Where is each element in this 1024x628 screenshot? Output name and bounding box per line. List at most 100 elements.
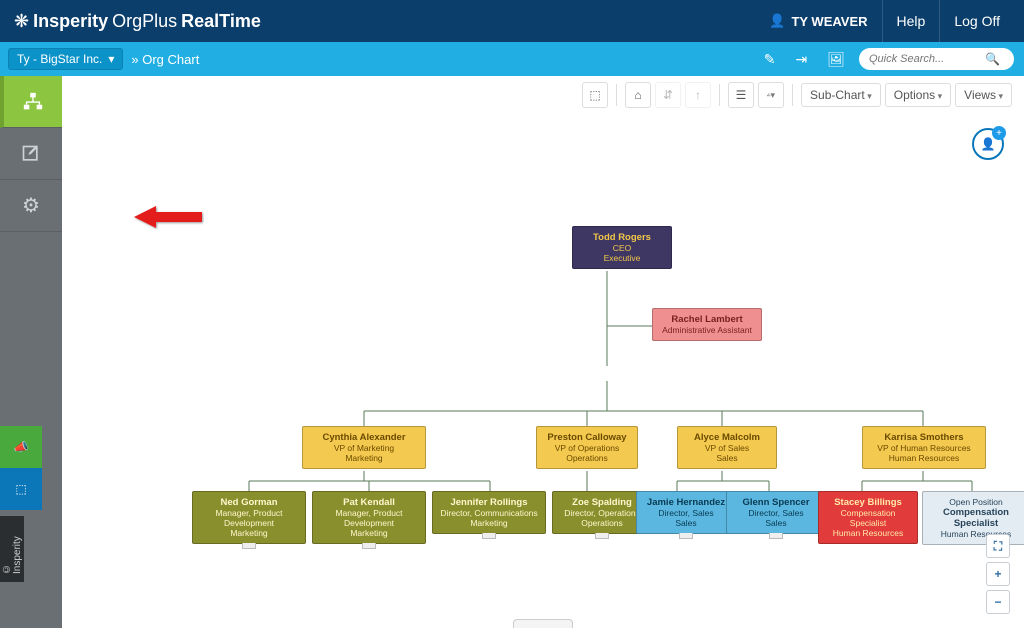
expand-handle[interactable] [482,533,496,539]
node-name: Todd Rogers [579,232,665,243]
node-vp-sales[interactable]: Alyce Malcolm VP of Sales Sales [677,426,777,469]
options-dropdown[interactable]: Options [885,83,951,107]
node-title: Administrative Assistant [659,325,755,335]
pointer-arrow-icon [134,202,204,232]
sidebar-item-settings[interactable]: ⚙ [0,180,62,232]
org-chart-icon [22,91,44,113]
profile-bubble[interactable]: 👤 + [972,128,1004,160]
node-name: Glenn Spencer [733,497,819,508]
search-icon[interactable]: 🔍 [985,52,1000,66]
fullscreen-button[interactable]: ⛶ [986,534,1010,558]
node-leaf[interactable]: Ned Gorman Manager, Product Development … [192,491,306,544]
node-name: Jennifer Rollings [439,497,539,508]
select-tool-icon[interactable]: ⬚ [582,82,608,108]
zoom-in-button[interactable]: + [986,562,1010,586]
toolbar: Ty - BigStar Inc. ▾ » Org Chart ✎ ⇥ 🖼 🔍 [0,42,1024,76]
sidebar-promote[interactable]: 📣 [0,426,42,468]
current-user[interactable]: 👤 TY WEAVER [755,0,881,42]
expand-handle[interactable] [362,543,376,549]
image-icon[interactable]: 🖼 [821,47,851,72]
node-ceo[interactable]: Todd Rogers CEO Executive [572,226,672,269]
node-dept: Executive [579,253,665,263]
node-dept: Operations [543,453,631,463]
node-dept: Marketing [309,453,419,463]
node-dept: Operations [559,518,645,528]
node-title: Manager, Product Development [199,508,299,528]
logoff-link[interactable]: Log Off [939,0,1014,42]
user-icon: 👤 [769,13,785,29]
node-title: CEO [579,243,665,253]
node-title: VP of Sales [684,443,770,453]
node-dept: Sales [733,518,819,528]
node-leaf[interactable]: Glenn Spencer Director, Sales Sales [726,491,826,534]
node-title: VP of Human Resources [869,443,979,453]
node-leaf[interactable]: Jennifer Rollings Director, Communicatio… [432,491,546,534]
canvas-toolbar: ⬚ ⌂ ⇵ ↑ ☰ Sub-Chart Options Views [582,82,1012,108]
node-leaf[interactable]: Jamie Hernandez Director, Sales Sales [636,491,736,534]
plus-icon: + [992,126,1006,140]
box-icon: ⬚ [15,482,26,496]
up-icon[interactable]: ↑ [685,82,711,108]
collapse-icon[interactable]: ⇵ [655,82,681,108]
node-name: Pat Kendall [319,497,419,508]
expand-handle[interactable] [242,543,256,549]
zoom-controls: ⛶ + − [986,534,1010,614]
node-title: Director, Sales [733,508,819,518]
node-dept: Marketing [199,528,299,538]
node-dept: Sales [684,453,770,463]
org-selector-label: Ty - BigStar Inc. [17,52,102,66]
expand-handle[interactable] [595,533,609,539]
search-box[interactable]: 🔍 [859,48,1014,70]
chart-canvas[interactable]: ⬚ ⌂ ⇵ ↑ ☰ Sub-Chart Options Views 👤 + [62,76,1024,628]
copyright-label: © Insperity [0,516,24,582]
node-name: Jamie Hernandez [643,497,729,508]
node-title: Compensation Specialist [929,507,1023,529]
zoom-out-button[interactable]: − [986,590,1010,614]
node-name: Zoe Spalding [559,497,645,508]
brand-suffix: RealTime [181,11,261,32]
node-name: Ned Gorman [199,497,299,508]
edit-icon[interactable]: ✎ [758,47,782,72]
drawer-handle[interactable] [513,619,573,628]
node-title: VP of Marketing [309,443,419,453]
help-link[interactable]: Help [882,0,940,42]
layout-icon[interactable] [758,82,784,108]
node-name: Rachel Lambert [659,314,755,325]
sidebar-item-edit[interactable] [0,128,62,180]
list-view-icon[interactable]: ☰ [728,82,754,108]
chevron-down-icon: ▾ [108,52,114,66]
subchart-dropdown[interactable]: Sub-Chart [801,83,881,107]
node-assistant[interactable]: Rachel Lambert Administrative Assistant [652,308,762,341]
views-dropdown[interactable]: Views [955,83,1012,107]
search-input[interactable] [869,53,979,65]
node-vp-marketing[interactable]: Cynthia Alexander VP of Marketing Market… [302,426,426,469]
node-name: Alyce Malcolm [684,432,770,443]
expand-handle[interactable] [769,533,783,539]
node-name: Stacey Billings [825,497,911,508]
node-name: Open Position [929,497,1023,507]
node-vp-operations[interactable]: Preston Calloway VP of Operations Operat… [536,426,638,469]
node-title: VP of Operations [543,443,631,453]
sidebar-item-chart[interactable] [0,76,62,128]
expand-handle[interactable] [679,533,693,539]
node-name: Preston Calloway [543,432,631,443]
node-leaf[interactable]: Pat Kendall Manager, Product Development… [312,491,426,544]
node-dept: Marketing [439,518,539,528]
org-selector[interactable]: Ty - BigStar Inc. ▾ [8,48,123,70]
home-icon[interactable]: ⌂ [625,82,651,108]
sidebar-package[interactable]: ⬚ [0,468,42,510]
node-dept: Marketing [319,528,419,538]
node-name: Karrisa Smothers [869,432,979,443]
node-name: Cynthia Alexander [309,432,419,443]
node-dept: Human Resources [825,528,911,538]
person-icon: 👤 [981,137,996,151]
export-icon[interactable]: ⇥ [789,47,813,72]
node-title: Manager, Product Development [319,508,419,528]
megaphone-icon: 📣 [14,440,29,454]
node-dept: Human Resources [869,453,979,463]
node-title: Compensation Specialist [825,508,911,528]
sidebar: ⚙ 📣 ⬚ © Insperity [0,76,62,628]
node-vp-hr[interactable]: Karrisa Smothers VP of Human Resources H… [862,426,986,469]
node-title: Director, Communications [439,508,539,518]
node-leaf[interactable]: Stacey Billings Compensation Specialist … [818,491,918,544]
